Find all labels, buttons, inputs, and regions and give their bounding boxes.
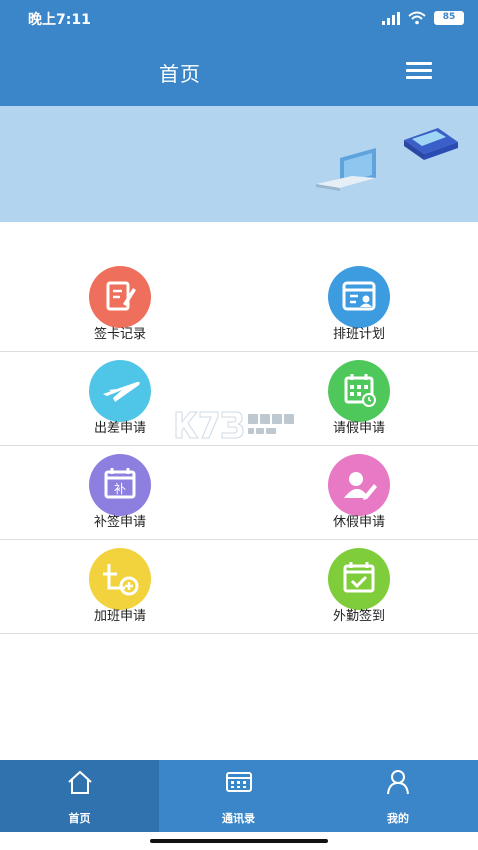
signal-icon [382,11,400,25]
home-indicator[interactable] [150,839,328,843]
bottom-navigation: 首页 通讯录 我的 [0,760,478,832]
nav-contacts[interactable]: 通讯录 [159,760,318,832]
page-title: 首页 [159,62,201,86]
home-icon [66,768,94,796]
grid-row: 加班申请 外勤签到 [0,540,478,634]
status-time: 晚上7:11 [28,12,91,28]
calendar-leave-icon [328,360,390,422]
profile-icon [384,768,412,796]
status-bar: 晚上7:11 85 [0,0,478,36]
wifi-icon [408,11,426,25]
grid-label: 加班申请 [93,609,146,624]
banner-image [0,106,478,222]
nav-label: 我的 [387,812,409,825]
grid-label: 外勤签到 [332,609,385,624]
sign-record-item[interactable]: 签卡记录 [0,258,239,351]
nav-profile[interactable]: 我的 [318,760,478,832]
watermark-logo [172,408,312,442]
battery-icon: 85 [434,11,464,25]
grid-row: 签卡记录 排班计划 [0,258,478,352]
nav-label: 首页 [68,812,91,825]
menu-icon[interactable] [406,62,432,82]
app-header: 晚上7:11 85 首页 [0,0,478,106]
vacation-icon [328,454,390,516]
svg-text:补: 补 [114,482,126,496]
field-checkin-icon [328,548,390,610]
grid-label: 签卡记录 [93,327,146,342]
grid-row: 补 补签申请 休假申请 [0,446,478,540]
calendar-patch-icon: 补 [89,454,151,516]
vacation-request-item[interactable]: 休假申请 [239,446,478,539]
grid-label: 排班计划 [332,327,385,342]
status-icons: 85 [382,9,464,27]
schedule-item[interactable]: 排班计划 [239,258,478,351]
sign-record-icon [89,266,151,328]
patch-request-item[interactable]: 补 补签申请 [0,446,239,539]
field-checkin-item[interactable]: 外勤签到 [239,540,478,633]
grid-label: 请假申请 [332,421,385,436]
schedule-icon [328,266,390,328]
contacts-icon [225,768,253,796]
overtime-request-item[interactable]: 加班申请 [0,540,239,633]
feature-grid: 签卡记录 排班计划 出差申请 请假申请 补 补签申请 休假申请 加班申请 外勤签… [0,258,478,634]
grid-label: 休假申请 [332,515,385,530]
overtime-icon [89,548,151,610]
nav-home[interactable]: 首页 [0,760,159,832]
nav-label: 通讯录 [222,812,255,825]
grid-label: 出差申请 [93,421,146,436]
grid-label: 补签申请 [93,515,146,530]
airplane-icon [89,360,151,422]
